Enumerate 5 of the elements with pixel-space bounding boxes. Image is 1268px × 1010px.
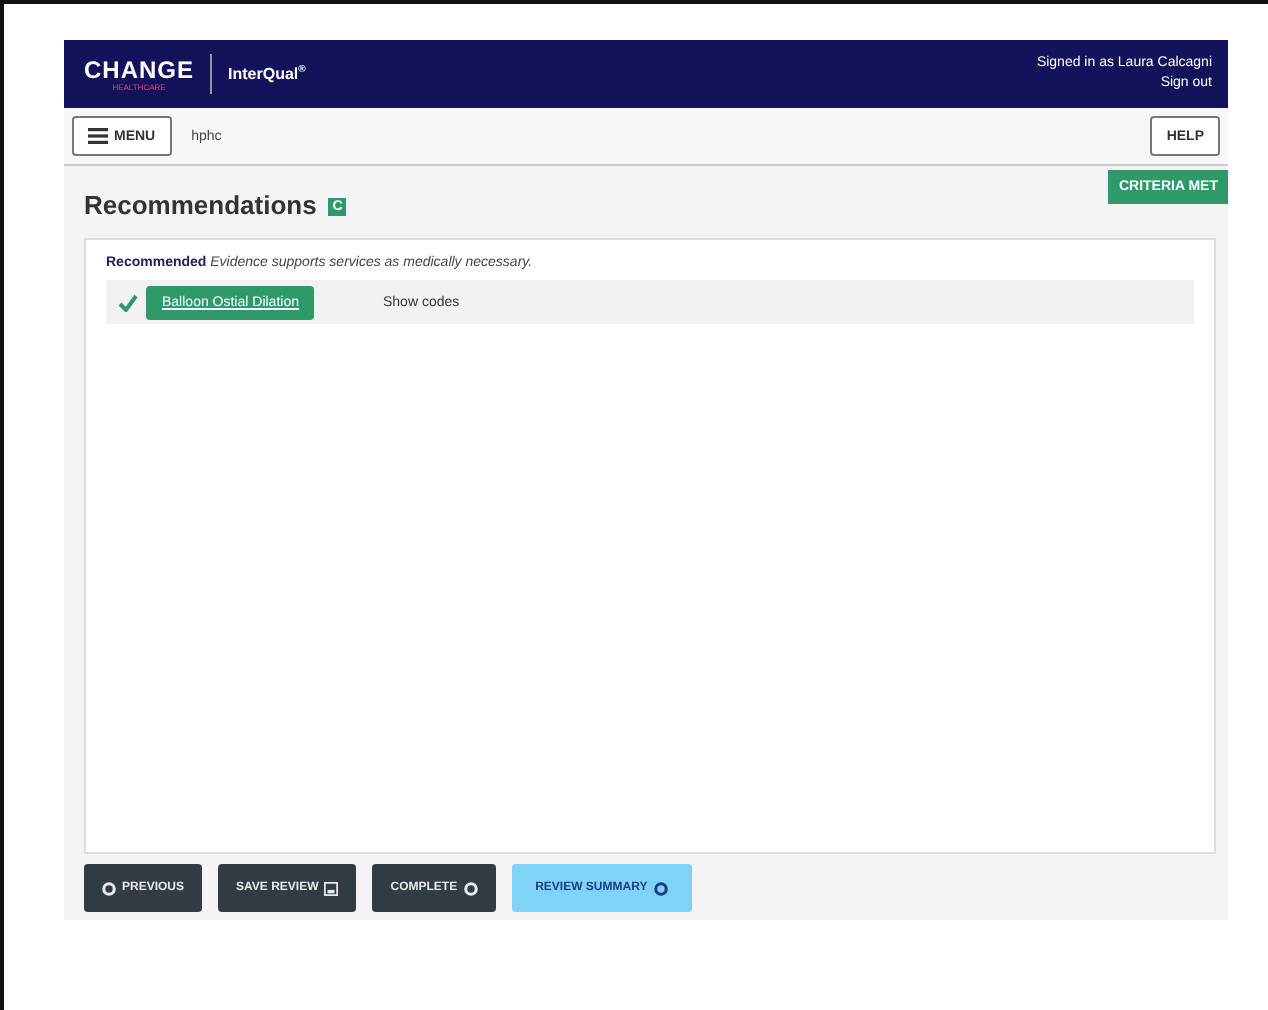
brand-logo: CHANGE: [84, 57, 195, 81]
product-name: InterQual$^{®}$: [228, 64, 306, 84]
save-icon: [324, 881, 339, 895]
menu-icon: [88, 128, 108, 144]
section-title: Recommendations: [84, 190, 317, 220]
